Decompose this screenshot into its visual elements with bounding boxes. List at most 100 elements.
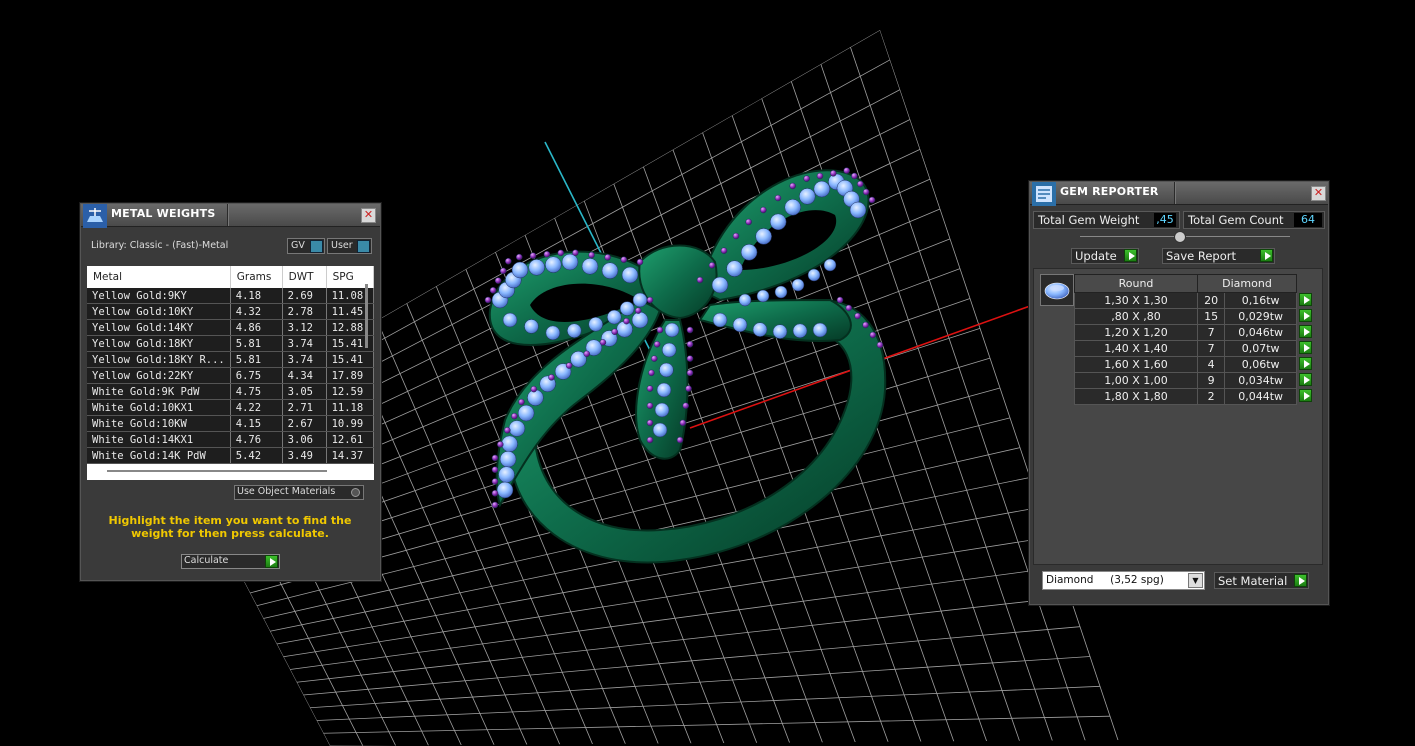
close-icon[interactable]: ✕ (361, 208, 376, 223)
row-select-button[interactable] (1297, 308, 1314, 325)
diamond-gem (726, 260, 743, 277)
purple-gem (679, 419, 687, 427)
total-gem-count-label: Total Gem Count (1188, 213, 1284, 227)
purple-gem (745, 218, 752, 226)
column-header-metal[interactable]: Metal (87, 266, 231, 288)
horizontal-scrollbar[interactable] (107, 470, 327, 472)
gem-row[interactable]: 1,20 X 1,20 7 0,046tw (1074, 324, 1314, 341)
diamond-gem (752, 322, 768, 337)
play-icon (1124, 249, 1137, 262)
diamond-gem (799, 188, 816, 205)
diamond-gem (732, 317, 748, 333)
update-button[interactable]: Update (1071, 248, 1139, 264)
chevron-down-icon[interactable]: ▼ (1188, 573, 1203, 588)
table-cell: 10.99 (326, 415, 374, 432)
row-select-button[interactable] (1297, 292, 1314, 309)
user-toggle[interactable]: User (327, 238, 372, 254)
save-report-button[interactable]: Save Report (1162, 248, 1275, 264)
gem-thumbnail[interactable] (1040, 274, 1074, 306)
purple-gem (588, 251, 595, 259)
play-icon (1298, 308, 1312, 322)
diamond-gem (607, 309, 622, 325)
diamond-gem (738, 293, 752, 307)
purple-gem (611, 328, 618, 336)
total-gem-weight-field: Total Gem Weight ,45 (1033, 211, 1180, 229)
round-gem-icon (1044, 282, 1070, 300)
gem-count-cell: 2 (1196, 388, 1226, 405)
calculate-button[interactable]: Calculate (181, 554, 280, 569)
purple-gem (696, 276, 704, 284)
gem-reporter-titlebar[interactable]: GEM REPORTER ✕ (1030, 182, 1328, 206)
vertical-scrollbar[interactable] (365, 284, 368, 348)
purple-gem (843, 167, 850, 174)
purple-gem (497, 441, 504, 448)
gem-report-table[interactable]: Round Diamond 1,30 X 1,30 20 0,16tw ,80 X ,… (1074, 274, 1314, 405)
table-row[interactable]: White Gold:10KW 4.15 2.67 10.99 (87, 415, 374, 432)
diamond-gem (740, 244, 758, 261)
column-header-grams[interactable]: Grams (230, 266, 283, 288)
gem-row[interactable]: 1,30 X 1,30 20 0,16tw (1074, 292, 1314, 309)
table-row[interactable]: White Gold:9K PdW 4.75 3.05 12.59 (87, 383, 374, 400)
purple-gem (656, 326, 664, 334)
table-row[interactable]: White Gold:10KX1 4.22 2.71 11.18 (87, 399, 374, 416)
diamond-gem (784, 199, 801, 216)
use-object-materials-checkbox[interactable]: Use Object Materials (234, 485, 364, 500)
table-cell: 5.42 (230, 447, 283, 464)
table-row[interactable]: Yellow Gold:18KY 5.81 3.74 15.41 (87, 335, 374, 352)
metal-weights-panel: METAL WEIGHTS ✕ Library: Classic - (Fast… (80, 203, 381, 581)
table-cell: 4.32 (230, 303, 283, 320)
grid-line (276, 506, 1041, 645)
table-row[interactable]: Yellow Gold:18KY R... 5.81 3.74 15.41 (87, 351, 374, 368)
table-row[interactable]: Yellow Gold:22KY 6.75 4.34 17.89 (87, 367, 374, 384)
gem-row[interactable]: 1,60 X 1,60 4 0,06tw (1074, 356, 1314, 373)
gem-row[interactable]: ,80 X ,80 15 0,029tw (1074, 308, 1314, 325)
gem-count-cell: 20 (1196, 292, 1226, 309)
calculate-label: Calculate (184, 555, 229, 566)
purple-gem (583, 350, 591, 358)
table-row[interactable]: Yellow Gold:14KY 4.86 3.12 12.88 (87, 319, 374, 336)
diamond-gem (712, 312, 728, 328)
close-icon[interactable]: ✕ (1311, 186, 1326, 201)
row-select-button[interactable] (1297, 372, 1314, 389)
gem-count-cell: 7 (1196, 340, 1226, 357)
gv-label: GV (291, 240, 305, 251)
panel-slider[interactable] (1080, 231, 1290, 243)
gem-row[interactable]: 1,80 X 1,80 2 0,044tw (1074, 388, 1314, 405)
gem-weight-cell: 0,034tw (1224, 372, 1297, 389)
metal-weights-table[interactable]: Metal Grams DWT SPG Yellow Gold:9KY 4.18 2… (87, 266, 374, 480)
table-row[interactable]: White Gold:14KX1 4.76 3.06 12.61 (87, 431, 374, 448)
table-cell: 4.22 (230, 399, 283, 416)
row-select-button[interactable] (1297, 356, 1314, 373)
table-row[interactable]: Yellow Gold:10KY 4.32 2.78 11.45 (87, 303, 374, 320)
save-report-label: Save Report (1166, 249, 1237, 263)
gem-weight-cell: 0,029tw (1224, 308, 1297, 325)
table-row[interactable]: Yellow Gold:9KY 4.18 2.69 11.08 (87, 288, 374, 304)
diamond-gem (769, 213, 787, 231)
set-material-button[interactable]: Set Material (1214, 572, 1309, 589)
table-cell: Yellow Gold:10KY (87, 303, 231, 320)
row-select-button[interactable] (1297, 388, 1314, 405)
column-header-dwt[interactable]: DWT (282, 266, 327, 288)
set-material-label: Set Material (1218, 574, 1288, 588)
table-cell: 5.81 (230, 335, 283, 352)
ring-model[interactable] (484, 167, 887, 564)
purple-gem (686, 326, 694, 334)
gem-row[interactable]: 1,40 X 1,40 7 0,07tw (1074, 340, 1314, 357)
metal-weights-titlebar[interactable]: METAL WEIGHTS ✕ (81, 204, 380, 228)
gv-toggle[interactable]: GV (287, 238, 325, 254)
use-object-materials-label: Use Object Materials (237, 486, 336, 497)
purple-gem (499, 267, 507, 275)
purple-gem (686, 369, 694, 377)
purple-gem (830, 170, 837, 177)
material-select[interactable]: Diamond (3,52 spg) ▼ (1042, 571, 1205, 590)
row-select-button[interactable] (1297, 324, 1314, 341)
table-cell: White Gold:14K PdW (87, 447, 231, 464)
slider-handle-icon[interactable] (1174, 231, 1186, 243)
row-select-button[interactable] (1297, 340, 1314, 357)
diamond-gem (545, 256, 562, 273)
gem-size-cell: 1,00 X 1,00 (1074, 372, 1198, 389)
diamond-gem (791, 278, 805, 292)
gem-row[interactable]: 1,00 X 1,00 9 0,034tw (1074, 372, 1314, 389)
total-gem-count-field: Total Gem Count 64 (1183, 211, 1325, 229)
table-row[interactable]: White Gold:14K PdW 5.42 3.49 14.37 (87, 447, 374, 464)
